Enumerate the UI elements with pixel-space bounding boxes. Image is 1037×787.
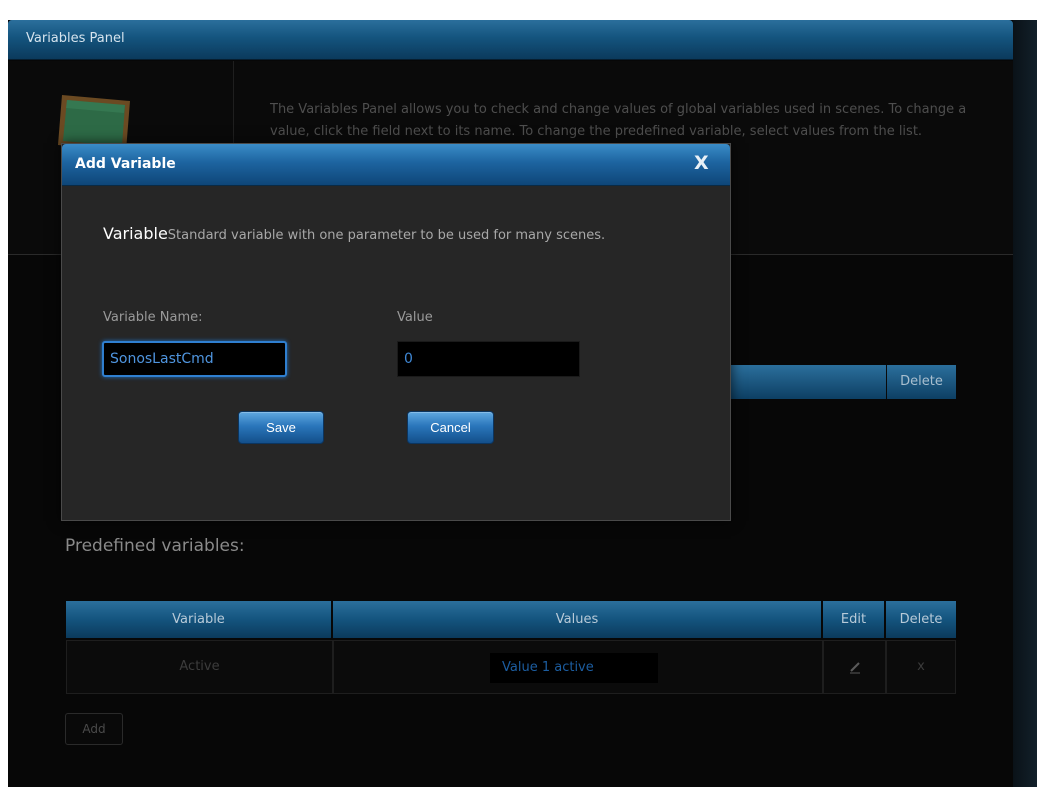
dialog-description: VariableStandard variable with one param… (103, 224, 605, 243)
page-right-edge (1013, 20, 1037, 787)
add-button[interactable]: Add (65, 713, 123, 745)
dialog-header: Add Variable X (62, 144, 730, 186)
pencil-icon[interactable] (848, 660, 862, 674)
save-button[interactable]: Save (238, 411, 324, 444)
variables-panel-window: Variables Panel The Variables Panel allo… (8, 20, 1013, 787)
intro-text: The Variables Panel allows you to check … (270, 102, 967, 139)
table-row-values-cell: Value 1 active (333, 640, 823, 694)
header-variable: Variable (66, 601, 333, 638)
panel-header: Variables Panel (8, 20, 1013, 60)
variable-name-label: Variable Name: (103, 310, 203, 325)
variable-type-title: Variable (103, 224, 168, 243)
table-row-edit-cell (823, 640, 886, 694)
value-input[interactable] (397, 341, 580, 377)
custom-delete-header: Delete (886, 365, 956, 399)
close-icon[interactable]: X (694, 152, 709, 174)
variable-name-input[interactable] (102, 341, 287, 377)
table-row-variable-cell: Active (66, 640, 333, 694)
panel-title: Variables Panel (26, 31, 125, 46)
delete-row-button[interactable]: x (886, 640, 956, 694)
variable-type-description: Standard variable with one parameter to … (167, 228, 606, 243)
value-select[interactable]: Value 1 active (490, 653, 658, 683)
add-variable-dialog: Add Variable X VariableStandard variable… (61, 143, 731, 521)
value-label: Value (397, 310, 433, 325)
header-values: Values (333, 601, 823, 638)
dialog-title: Add Variable (75, 156, 176, 172)
cancel-button[interactable]: Cancel (407, 411, 494, 444)
header-delete: Delete (886, 601, 956, 638)
predefined-variables-title: Predefined variables: (65, 536, 245, 556)
header-edit: Edit (823, 601, 886, 638)
